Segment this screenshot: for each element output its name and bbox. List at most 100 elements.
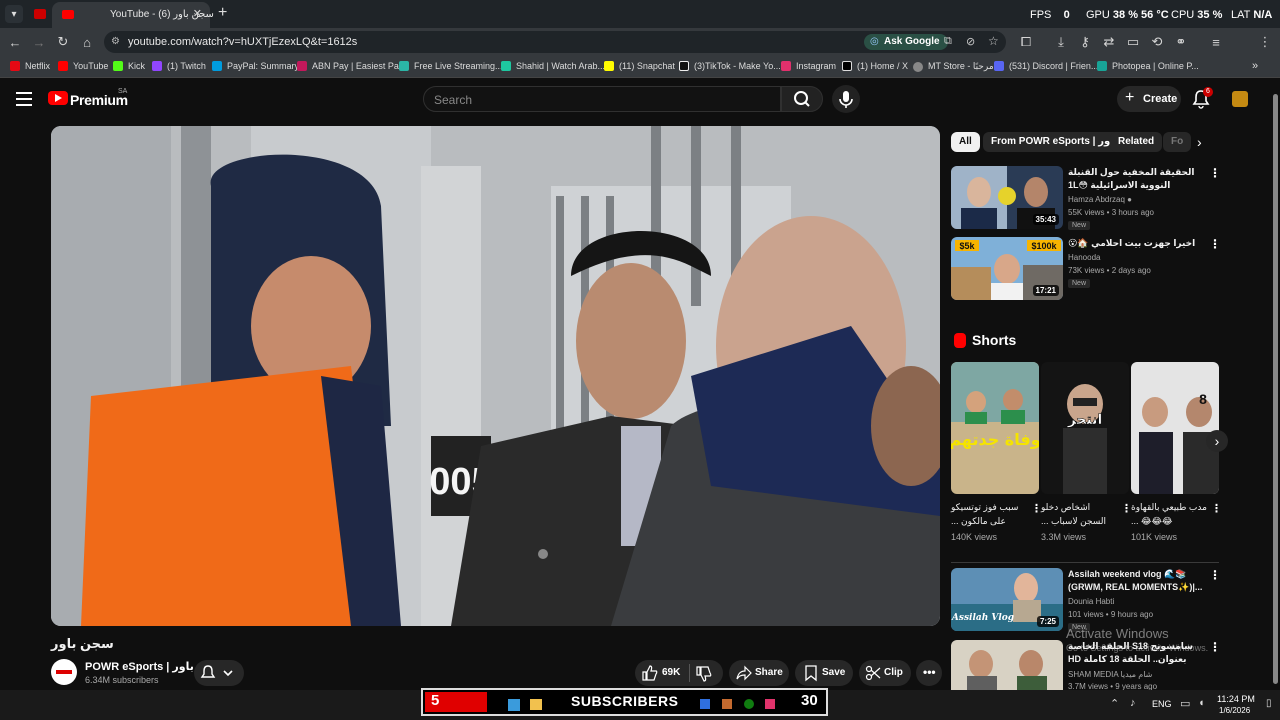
close-tab-icon[interactable]: ✕: [193, 7, 202, 20]
dislike-button[interactable]: [695, 665, 713, 686]
more-vertical-icon[interactable]: ⋮: [1211, 502, 1222, 515]
password-key-icon[interactable]: ⚷: [1076, 33, 1094, 51]
scrollbar-thumb[interactable]: [1273, 94, 1278, 684]
bookmark-streaming[interactable]: Free Live Streaming...: [399, 61, 503, 71]
clock-time[interactable]: 11:24 PM: [1217, 694, 1255, 704]
back-icon[interactable]: ←: [6, 33, 24, 51]
recommendation-title[interactable]: الحقيقة المخفية حول القنبلة النووية الاس…: [1068, 166, 1208, 192]
channel-avatar[interactable]: [51, 659, 77, 685]
more-vertical-icon[interactable]: ⋮: [1209, 568, 1221, 582]
reading-list-icon[interactable]: ≡: [1207, 33, 1225, 51]
recommendation-title[interactable]: Assilah weekend vlog 🌊📚 (GRWM, REAL MOME…: [1068, 568, 1208, 594]
youtube-logo-icon[interactable]: [48, 91, 68, 105]
short-title[interactable]: اشخاص دخلو السجن لاسباب ...: [1041, 500, 1117, 528]
bookmark-netflix[interactable]: Netflix: [10, 61, 50, 71]
link-icon[interactable]: ⚭: [1172, 33, 1190, 51]
channel-name[interactable]: POWR eSports | باور: [85, 660, 194, 673]
more-actions-button[interactable]: •••: [916, 660, 942, 686]
shorts-next-button[interactable]: ›: [1206, 430, 1228, 452]
page-scrollbar[interactable]: [1270, 80, 1280, 690]
hide-icon[interactable]: ⊘: [966, 35, 975, 48]
chips-next-icon[interactable]: ›: [1197, 134, 1202, 150]
chip-all[interactable]: All: [951, 132, 980, 152]
short-item[interactable]: انتحر اشخاص دخلو السجن لاسباب ... ⋮ 3.3M…: [1041, 362, 1132, 542]
short-item[interactable]: وفاة جدتهم سبب فوز توتسيكو على مالكون ..…: [951, 362, 1042, 542]
recommendation-thumbnail[interactable]: $5k $100k 17:21: [951, 237, 1063, 300]
short-item[interactable]: 8 مدب طبيعي بالقهاوة 😂😂😂 ... ⋮ 101K view…: [1131, 362, 1222, 542]
translate-icon[interactable]: ⇄: [1100, 33, 1118, 51]
short-thumbnail[interactable]: 8: [1131, 362, 1219, 494]
bookmark-shahid[interactable]: Shahid | Watch Arab...: [501, 61, 605, 71]
account-avatar[interactable]: [1232, 91, 1248, 107]
search-input[interactable]: [434, 91, 764, 109]
voice-search-button[interactable]: [832, 85, 860, 113]
pinned-tab[interactable]: [29, 4, 51, 24]
address-bar[interactable]: ⚙ youtube.com/watch?v=hUXTjEzexLQ&t=1612…: [104, 31, 1006, 53]
app-icon[interactable]: [765, 699, 775, 709]
recommendation-thumbnail[interactable]: 35:43: [951, 166, 1063, 229]
ask-google-button[interactable]: ◎ Ask Google: [864, 34, 948, 50]
recommendation-channel[interactable]: Dounia Habti: [1068, 597, 1114, 606]
video-player[interactable]: 005: [51, 126, 940, 626]
file-explorer-icon[interactable]: [530, 699, 542, 710]
active-tab[interactable]: YouTube - سجن باور (6) ✕: [52, 2, 214, 28]
wallet-icon[interactable]: ▭: [1124, 33, 1142, 51]
bookmark-x[interactable]: (1) Home / X: [842, 61, 908, 71]
create-button[interactable]: + Create: [1117, 86, 1181, 112]
notification-preferences-button[interactable]: [194, 660, 244, 686]
recommendation-item[interactable]: 35:43 الحقيقة المخفية حول القنبلة النووي…: [951, 166, 1221, 236]
recommendation-channel[interactable]: SHAM MEDIA شام ميديا: [1068, 670, 1152, 679]
like-button[interactable]: [641, 664, 659, 685]
bookmark-youtube[interactable]: YouTube: [58, 61, 108, 71]
like-count[interactable]: 69K: [662, 667, 680, 678]
notification-center-icon[interactable]: ▯: [1266, 698, 1272, 709]
xbox-icon[interactable]: [744, 699, 754, 709]
bookmark-snapchat[interactable]: (11) Snapchat: [604, 61, 675, 71]
new-tab-icon[interactable]: +: [218, 4, 227, 22]
recommendation-channel[interactable]: Hanooda: [1068, 253, 1100, 262]
menu-icon[interactable]: [16, 92, 32, 106]
chip-from-channel[interactable]: From POWR eSports | باور: [983, 132, 1126, 152]
app-icon[interactable]: [700, 699, 710, 709]
chip-related[interactable]: Related: [1110, 132, 1163, 152]
more-bookmarks-icon[interactable]: »: [1252, 60, 1258, 72]
bookmark-kick[interactable]: Kick: [113, 61, 145, 71]
home-icon[interactable]: ⌂: [78, 33, 96, 51]
tray-overflow-icon[interactable]: ⌃: [1110, 697, 1119, 710]
recommendation-item[interactable]: $5k $100k 17:21 اخيرا جهزت بيت احلامي 🏠😮…: [951, 237, 1221, 307]
bookmark-star-icon[interactable]: ☆: [988, 34, 999, 48]
short-thumbnail[interactable]: وفاة جدتهم: [951, 362, 1039, 494]
forward-icon[interactable]: →: [30, 33, 48, 51]
language-indicator[interactable]: ENG: [1152, 699, 1172, 709]
short-title[interactable]: سبب فوز توتسيكو على مالكون ...: [951, 500, 1027, 528]
recommendation-title[interactable]: اخيرا جهزت بيت احلامي 🏠😮: [1068, 237, 1208, 250]
more-vertical-icon[interactable]: ⋮: [1209, 166, 1221, 180]
save-button[interactable]: Save: [795, 660, 853, 686]
bookmark-abn-pay[interactable]: ABN Pay | Easiest Pa...: [297, 61, 406, 71]
bookmark-tiktok[interactable]: (3)TikTok - Make Yo...: [679, 61, 781, 71]
extensions-icon[interactable]: ⧠: [1017, 33, 1035, 51]
recommendation-thumbnail[interactable]: [951, 640, 1063, 690]
app-icon[interactable]: [722, 699, 732, 709]
clock-date[interactable]: 1/6/2026: [1219, 706, 1250, 715]
install-app-icon[interactable]: ⧉: [944, 35, 952, 48]
reload-icon[interactable]: ↻: [54, 33, 72, 51]
more-vertical-icon[interactable]: ⋮: [1209, 237, 1221, 251]
bookmark-instagram[interactable]: Instagram: [781, 61, 836, 71]
short-title[interactable]: مدب طبيعي بالقهاوة 😂😂😂 ...: [1131, 500, 1207, 528]
site-info-icon[interactable]: ⚙: [111, 36, 123, 48]
bookmark-mt-store[interactable]: MT Store - مرحبًا: [913, 61, 994, 72]
chip-for-you[interactable]: Fo: [1163, 132, 1191, 152]
share-button[interactable]: Share: [729, 660, 789, 686]
recommendation-channel[interactable]: Hamza Abdrzaq ●: [1068, 195, 1132, 204]
bookmark-photopea[interactable]: Photopea | Online P...: [1097, 61, 1199, 71]
recommendation-thumbnail[interactable]: Assilah Vlog 7:25: [951, 568, 1063, 631]
tab-search-icon[interactable]: ▾: [5, 5, 23, 23]
search-button[interactable]: [781, 86, 823, 112]
bookmark-twitch[interactable]: (1) Twitch: [152, 61, 206, 71]
start-icon[interactable]: [508, 699, 520, 711]
url-text[interactable]: youtube.com/watch?v=hUXTjEzexLQ&t=1612s: [128, 36, 357, 48]
bookmark-discord[interactable]: (531) Discord | Frien...: [994, 61, 1098, 71]
bookmark-paypal[interactable]: PayPal: Summary: [212, 61, 299, 71]
history-icon[interactable]: ⟲: [1148, 33, 1166, 51]
